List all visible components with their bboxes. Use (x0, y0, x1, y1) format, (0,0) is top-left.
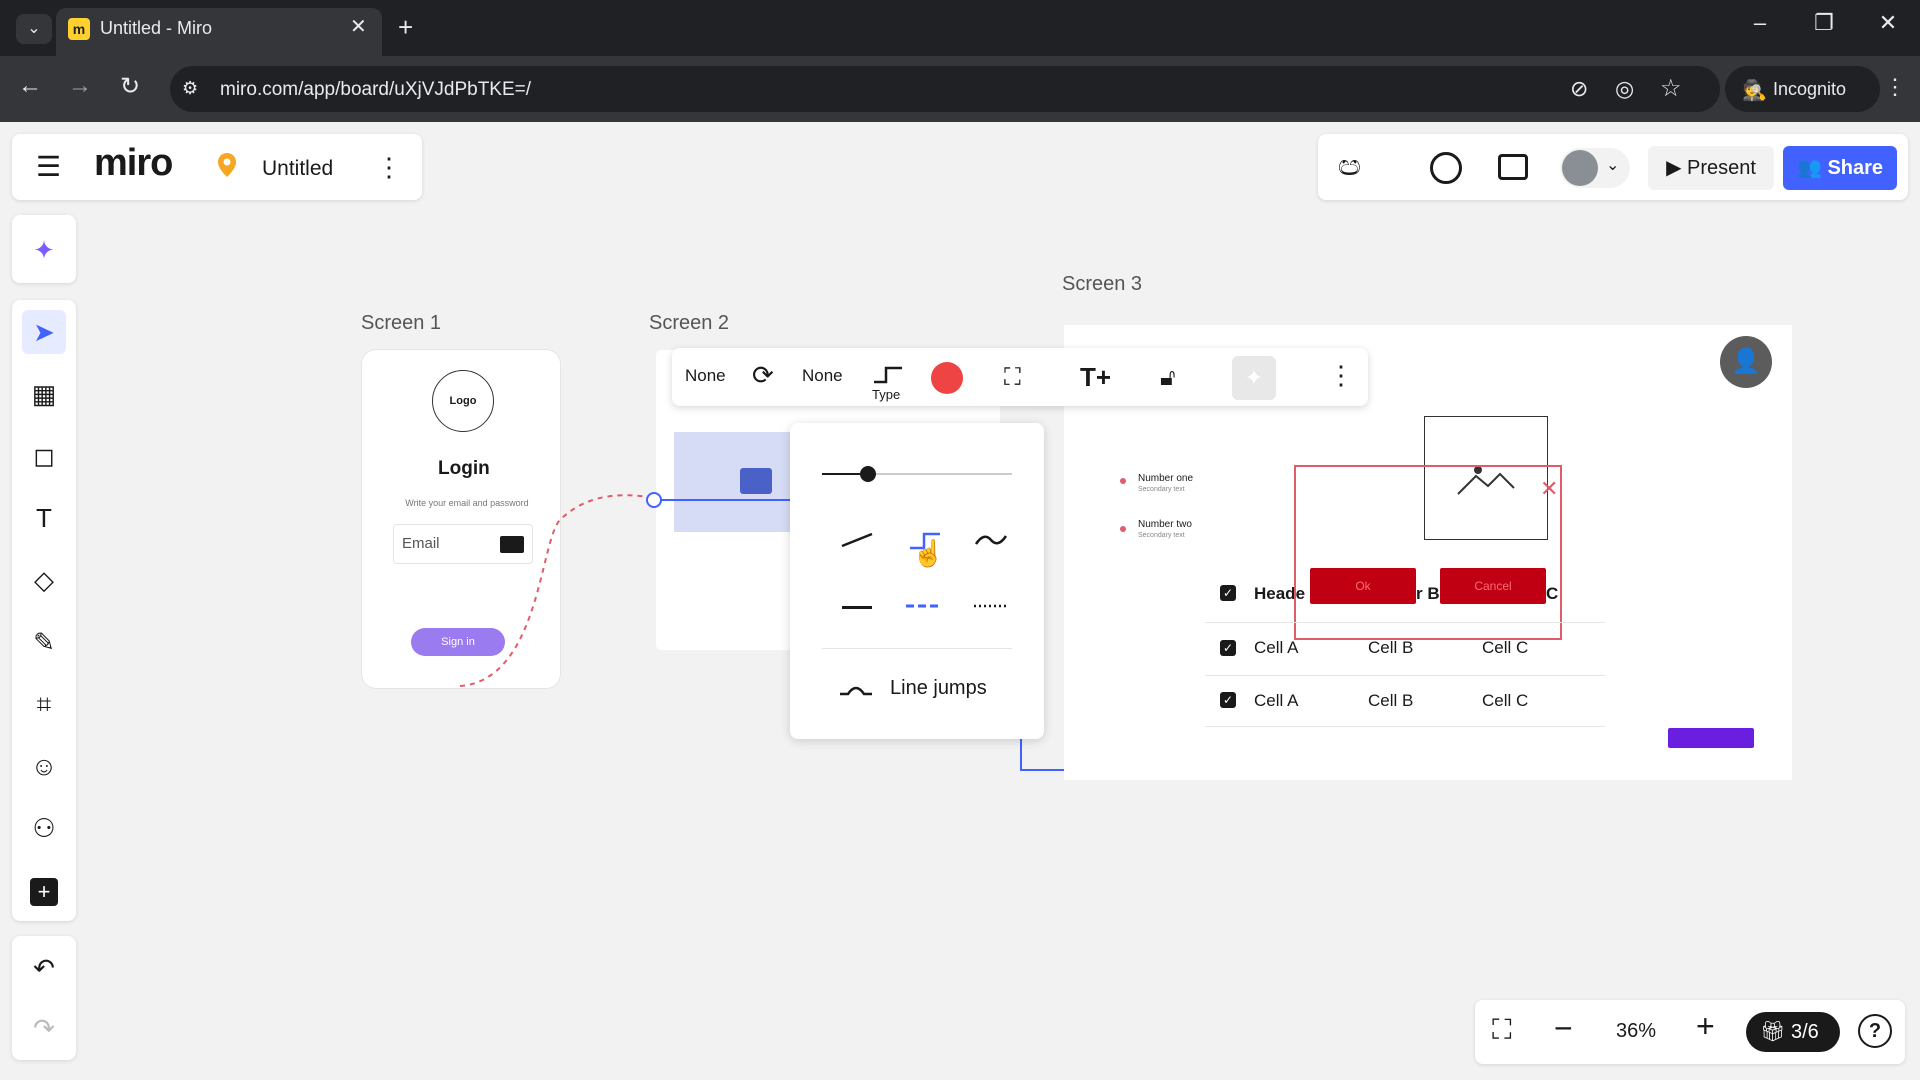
list-item-subtitle: Secondary text (1138, 486, 1185, 493)
dotted-line-icon[interactable] (974, 600, 1008, 610)
gift-icon: 🎁︎ (1760, 1021, 1791, 1043)
zoom-in-icon[interactable]: + (1696, 1008, 1715, 1045)
table-cell: Cell B (1368, 691, 1414, 710)
line-type-label: Type (872, 387, 901, 402)
close-x-icon[interactable]: ✕ (1540, 476, 1558, 502)
checkbox-icon[interactable]: ✓ (1220, 585, 1236, 601)
end-cap-selector[interactable]: None (802, 366, 843, 386)
onboarding-gift-button[interactable]: 🎁︎ 3/6 (1746, 1012, 1840, 1052)
table-cell: Cell A (1254, 691, 1299, 710)
hand-cursor-icon: ☝ (912, 538, 945, 568)
onboarding-progress: 3/6 (1790, 1021, 1819, 1043)
checkbox-icon[interactable]: ✓ (1220, 640, 1236, 656)
lock-icon[interactable]: 🔓︎ (1160, 364, 1176, 392)
connector-endpoint-left (646, 492, 662, 508)
line-color-swatch[interactable] (931, 362, 963, 394)
bullet-dot (1120, 478, 1126, 484)
help-icon[interactable]: ? (1858, 1014, 1892, 1048)
table-cell: Cell A (1254, 638, 1299, 657)
user-avatar-icon: 👤 (1720, 336, 1772, 388)
dropdown-wireframe[interactable] (1668, 728, 1754, 748)
dashed-line-icon[interactable] (906, 600, 940, 610)
straight-line-icon[interactable] (840, 530, 874, 550)
ok-button[interactable]: Ok (1310, 568, 1416, 604)
table-divider (1205, 675, 1605, 676)
zoom-panel (1475, 1000, 1905, 1064)
bullet-dot (1120, 526, 1126, 532)
cancel-button[interactable]: Cancel (1440, 568, 1546, 604)
zoom-out-icon[interactable]: − (1554, 1010, 1573, 1047)
thickness-slider-handle[interactable] (860, 466, 876, 482)
selection-box[interactable] (1294, 465, 1562, 640)
line-jump-icon (840, 686, 872, 696)
zoom-level[interactable]: 36% (1616, 1020, 1656, 1043)
start-cap-selector[interactable]: None (685, 366, 726, 386)
line-jumps-option[interactable]: Line jumps (890, 677, 987, 700)
ai-magic-icon[interactable]: ✦ (1232, 356, 1276, 400)
more-options-icon[interactable]: ⋮ (1328, 360, 1354, 391)
table-cell: Cell B (1368, 638, 1414, 657)
list-item-title: Number one (1138, 473, 1194, 484)
curved-line-icon[interactable] (974, 530, 1008, 550)
dropdown-divider (822, 648, 1012, 649)
list-item-subtitle: Secondary text (1138, 532, 1185, 539)
swap-caps-icon[interactable]: ⟳ (752, 360, 774, 391)
table-cell: Cell C (1482, 638, 1529, 657)
table-divider (1205, 622, 1605, 623)
fit-to-screen-icon[interactable]: ⛶ (1492, 1014, 1512, 1047)
table-cell: Cell C (1482, 691, 1529, 710)
elbow-line-icon[interactable] (872, 364, 904, 386)
add-text-icon[interactable]: T+ (1080, 362, 1111, 393)
list-item-title: Number two (1138, 519, 1192, 530)
dashed-connector (459, 494, 655, 687)
table-divider (1205, 726, 1605, 727)
solid-line-icon[interactable] (842, 606, 872, 609)
checkbox-icon[interactable]: ✓ (1220, 692, 1236, 708)
crop-icon[interactable]: ⛶ (1004, 364, 1021, 392)
